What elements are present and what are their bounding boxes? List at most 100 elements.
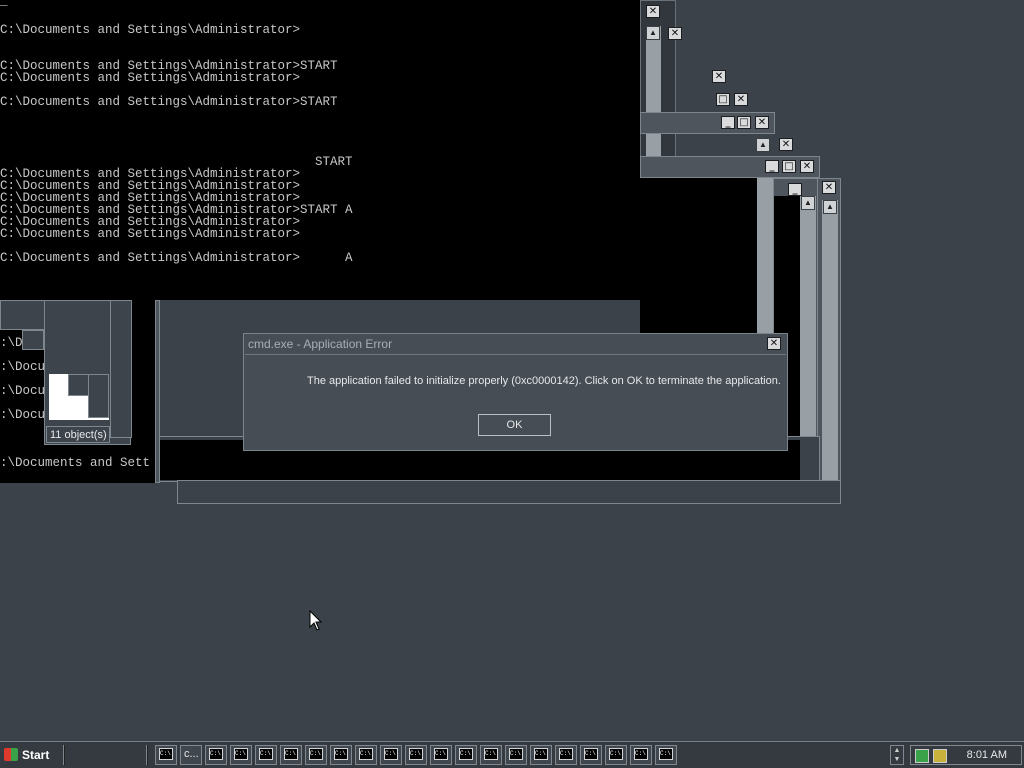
- taskbar: Start C:\ c... C:\ C:\ C:\ C:\ C:\ C:\ C:\ C:\ C:\…: [0, 741, 1024, 768]
- taskbar-task-button[interactable]: C:\: [280, 745, 302, 765]
- console-icon: C:\: [459, 748, 473, 760]
- taskbar-divider: [146, 745, 148, 765]
- close-icon[interactable]: [779, 138, 793, 151]
- console-icon: C:\: [484, 748, 498, 760]
- console-line: C:\Documents and Settings\Administrator>: [0, 71, 301, 85]
- console-line-partial: :\Docu: [0, 384, 46, 398]
- console-line: C:\Documents and Settings\Administrator>…: [0, 95, 338, 109]
- console-line: C:\Documents and Settings\Administrator>…: [0, 251, 353, 265]
- console-icon: C:\: [534, 748, 548, 760]
- close-icon[interactable]: [755, 116, 769, 129]
- ok-button[interactable]: OK: [478, 414, 551, 436]
- console-icon: C:\: [609, 748, 623, 760]
- taskbar-task-button[interactable]: C:\: [255, 745, 277, 765]
- console-icon: C:\: [284, 748, 298, 760]
- explorer-folder-icon: [68, 374, 90, 396]
- network-icon[interactable]: [915, 749, 929, 763]
- explorer-side: [110, 300, 132, 438]
- start-label: Start: [22, 748, 50, 762]
- divider: [245, 354, 786, 355]
- close-icon[interactable]: [668, 27, 682, 40]
- taskbar-task-button[interactable]: C:\: [655, 745, 677, 765]
- console-icon: C:\: [234, 748, 248, 760]
- taskbar-task-button[interactable]: C:\: [330, 745, 352, 765]
- console-line-partial: :\Docu: [0, 360, 46, 374]
- close-icon[interactable]: [712, 70, 726, 83]
- taskbar-task-button[interactable]: C:\: [355, 745, 377, 765]
- console-icon: C:\: [509, 748, 523, 760]
- start-button[interactable]: Start: [2, 745, 58, 765]
- clock: 8:01 AM: [966, 749, 1007, 761]
- taskbar-divider: [63, 745, 65, 765]
- console-icon: C:\: [309, 748, 323, 760]
- background-window-7: [177, 480, 841, 504]
- maximize-icon[interactable]: [782, 160, 796, 173]
- close-icon[interactable]: [734, 93, 748, 106]
- taskbar-task-button[interactable]: C:\: [505, 745, 527, 765]
- scrollbar-4[interactable]: [822, 200, 838, 486]
- error-message: The application failed to initialize pro…: [307, 375, 781, 387]
- taskbar-task-button[interactable]: C:\: [455, 745, 477, 765]
- console-icon: C:\: [209, 748, 223, 760]
- close-icon[interactable]: [800, 160, 814, 173]
- taskbar-task-button[interactable]: C:\: [430, 745, 452, 765]
- taskbar-task-button[interactable]: C:\: [155, 745, 177, 765]
- background-window-8: [155, 300, 160, 483]
- explorer-pane: [22, 330, 44, 350]
- close-icon[interactable]: [646, 5, 660, 18]
- mouse-pointer-icon: [309, 610, 323, 631]
- taskbar-task-button[interactable]: C:\: [305, 745, 327, 765]
- windows-logo-icon: [4, 748, 18, 762]
- taskbar-task-button[interactable]: C:\: [205, 745, 227, 765]
- taskbar-task-button[interactable]: C:\: [555, 745, 577, 765]
- explorer-folder-icon: [88, 374, 109, 418]
- minimize-icon[interactable]: [788, 183, 802, 196]
- console-area: [640, 178, 757, 338]
- explorer-pane: [0, 300, 45, 330]
- scroll-up-icon[interactable]: ▲: [823, 200, 837, 214]
- console-line-partial: :\Documents and Sett: [0, 456, 151, 470]
- taskbar-task-button[interactable]: C:\: [530, 745, 552, 765]
- maximize-icon[interactable]: [737, 116, 751, 129]
- console-icon: C:\: [259, 748, 273, 760]
- scroll-up-icon[interactable]: ▲: [646, 26, 660, 40]
- explorer-status-bar: 11 object(s): [46, 426, 110, 443]
- console-cursor: _: [0, 0, 8, 8]
- console-icon: C:\: [634, 748, 648, 760]
- application-error-dialog: cmd.exe - Application Error The applicat…: [243, 333, 788, 451]
- taskbar-task-button[interactable]: C:\: [580, 745, 602, 765]
- console-icon: C:\: [409, 748, 423, 760]
- console-icon: C:\: [559, 748, 573, 760]
- taskbar-task-button[interactable]: C:\: [605, 745, 627, 765]
- console-line-partial: :\D: [0, 336, 23, 350]
- console-line-partial: :\Docu: [0, 408, 46, 422]
- console-icon: C:\: [434, 748, 448, 760]
- close-icon[interactable]: [822, 181, 836, 194]
- task-label: c...: [184, 748, 199, 760]
- scrollbar-2[interactable]: [757, 178, 773, 338]
- maximize-icon[interactable]: [716, 93, 730, 106]
- system-tray: 8:01 AM: [910, 745, 1022, 765]
- console-icon: C:\: [384, 748, 398, 760]
- console-icon: C:\: [159, 748, 173, 760]
- scroll-up-icon[interactable]: ▲: [801, 196, 815, 210]
- taskbar-task-button[interactable]: C:\: [480, 745, 502, 765]
- console-icon: C:\: [334, 748, 348, 760]
- taskbar-task-button[interactable]: C:\: [230, 745, 252, 765]
- taskbar-task-button[interactable]: c...: [180, 745, 202, 765]
- console-icon: C:\: [584, 748, 598, 760]
- close-icon[interactable]: [767, 337, 781, 350]
- console-icon: C:\: [659, 748, 673, 760]
- minimize-icon[interactable]: [765, 160, 779, 173]
- tray-scroll[interactable]: ▲ ▼: [890, 745, 904, 765]
- scroll-up-icon[interactable]: ▲: [756, 138, 770, 152]
- security-icon[interactable]: [933, 749, 947, 763]
- taskbar-task-button[interactable]: C:\: [380, 745, 402, 765]
- console-line: C:\Documents and Settings\Administrator>: [0, 23, 301, 37]
- console-icon: C:\: [359, 748, 373, 760]
- taskbar-task-button[interactable]: C:\: [405, 745, 427, 765]
- minimize-icon[interactable]: [721, 116, 735, 129]
- console-line: C:\Documents and Settings\Administrator>: [0, 227, 301, 241]
- taskbar-task-button[interactable]: C:\: [630, 745, 652, 765]
- dialog-title: cmd.exe - Application Error: [248, 337, 393, 351]
